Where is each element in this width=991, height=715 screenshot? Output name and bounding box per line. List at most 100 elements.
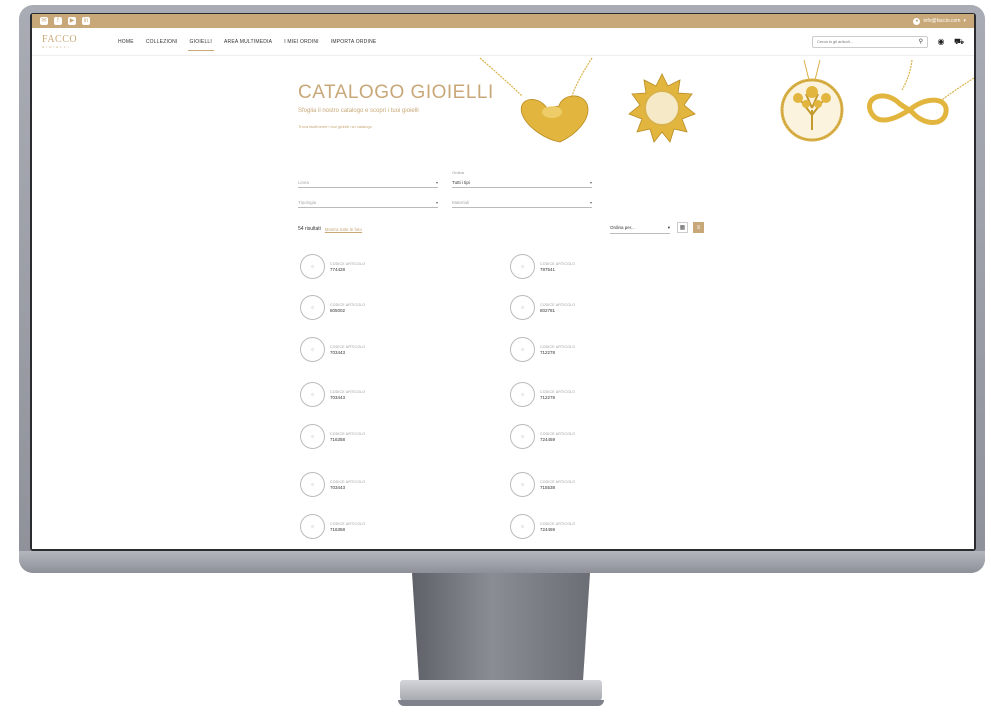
product-item[interactable]: ○ CODICE ARTICOLO 703443 bbox=[300, 337, 365, 362]
product-thumbnail: ○ bbox=[300, 295, 325, 320]
product-label: CODICE ARTICOLO bbox=[330, 389, 366, 394]
search-input[interactable] bbox=[817, 39, 907, 44]
social-links: ✉ f ▶ in bbox=[40, 17, 90, 25]
product-item[interactable]: ○ CODICE ARTICOLO 724459 bbox=[510, 514, 575, 539]
product-item[interactable]: ○ CODICE ARTICOLO 805002 bbox=[300, 295, 365, 320]
product-item[interactable]: ○ CODICE ARTICOLO 712278 bbox=[510, 337, 575, 362]
product-item[interactable]: ○ CODICE ARTICOLO 716358 bbox=[300, 424, 365, 449]
product-label: CODICE ARTICOLO bbox=[540, 389, 576, 394]
product-code: 774428 bbox=[330, 266, 346, 272]
monitor-stand-edge bbox=[398, 700, 604, 706]
infinity-pendant-image bbox=[867, 59, 974, 125]
product-item[interactable]: ○ CODICE ARTICOLO 802781 bbox=[510, 295, 575, 320]
user-icon: ● bbox=[913, 17, 921, 25]
product-code: 703443 bbox=[330, 394, 346, 400]
product-thumbnail: ○ bbox=[510, 254, 535, 279]
logo-main: FACCO bbox=[42, 33, 78, 45]
grid-view-button[interactable]: ▦ bbox=[677, 222, 688, 233]
chevron-down-icon: ▾ bbox=[963, 18, 966, 24]
product-label: CODICE ARTICOLO bbox=[540, 261, 576, 266]
menu-item-collezioni[interactable]: COLLEZIONI bbox=[146, 31, 178, 53]
product-thumbnail: ○ bbox=[510, 382, 535, 407]
product-code: 724459 bbox=[540, 526, 556, 532]
product-item[interactable]: ○ CODICE ARTICOLO 774428 bbox=[300, 254, 365, 279]
show-all-link[interactable]: Mostra tutte le foto bbox=[325, 227, 362, 232]
product-thumbnail: ○ bbox=[300, 254, 325, 279]
top-bar: ✉ f ▶ in ● info@faccio.com ▾ bbox=[32, 14, 974, 28]
sort-select[interactable]: Ordina per... ▾ bbox=[610, 222, 670, 234]
product-label: CODICE ARTICOLO bbox=[540, 344, 576, 349]
product-label: CODICE ARTICOLO bbox=[330, 261, 366, 266]
jewelry-images bbox=[479, 57, 974, 143]
account-menu[interactable]: ● info@faccio.com ▾ bbox=[913, 17, 966, 25]
nav-actions: ⚲ ◉ ⛟ bbox=[812, 35, 964, 48]
filter-materiali-value: Materiali bbox=[452, 200, 470, 205]
list-view-button[interactable]: ≡ bbox=[693, 222, 704, 233]
menu-item-gioielli[interactable]: GIOIELLI bbox=[187, 31, 215, 53]
cart-icon[interactable]: ⛟ bbox=[954, 37, 964, 47]
page-note: Trova facilmente i tuoi gioielli nel cat… bbox=[298, 124, 372, 129]
filter-tipologia-value: Tipologia bbox=[298, 200, 317, 205]
product-thumbnail: ○ bbox=[510, 337, 535, 362]
chevron-down-icon: ▾ bbox=[667, 224, 670, 230]
menu-item-home[interactable]: HOME bbox=[118, 31, 134, 53]
filter-ordina-value: Tutti i tipi bbox=[452, 180, 470, 185]
main-nav: FACCO GIOIELLI HOME COLLEZIONI GIOIELLI … bbox=[32, 28, 974, 56]
search-icon[interactable]: ⚲ bbox=[919, 38, 923, 45]
facebook-icon[interactable]: f bbox=[54, 17, 62, 25]
product-item[interactable]: ○ CODICE ARTICOLO 703443 bbox=[300, 382, 365, 407]
linkedin-icon[interactable]: in bbox=[82, 17, 90, 25]
product-thumbnail: ○ bbox=[510, 424, 535, 449]
product-code: 802781 bbox=[540, 307, 556, 313]
product-code: 715538 bbox=[540, 484, 556, 490]
product-label: CODICE ARTICOLO bbox=[330, 479, 366, 484]
mail-icon[interactable]: ✉ bbox=[40, 17, 48, 25]
filter-tipologia[interactable]: Tipologia ▾ bbox=[298, 196, 438, 208]
monitor-stand-neck bbox=[412, 573, 590, 683]
product-item[interactable]: ○ CODICE ARTICOLO 724459 bbox=[510, 424, 575, 449]
product-label: CODICE ARTICOLO bbox=[330, 431, 366, 436]
product-code: 703443 bbox=[330, 484, 346, 490]
filter-ordina-label: Ordina bbox=[452, 170, 465, 175]
account-label: info@faccio.com bbox=[923, 18, 961, 24]
filter-materiali[interactable]: Materiali ▾ bbox=[452, 196, 592, 208]
product-thumbnail: ○ bbox=[510, 514, 535, 539]
product-item[interactable]: ○ CODICE ARTICOLO 703443 bbox=[300, 472, 365, 497]
product-thumbnail: ○ bbox=[510, 472, 535, 497]
chevron-down-icon: ▾ bbox=[589, 180, 592, 185]
account-icon[interactable]: ◉ bbox=[936, 37, 946, 46]
product-code: 703443 bbox=[330, 349, 346, 355]
sort-value: Ordina per... bbox=[610, 225, 635, 230]
chevron-down-icon: ▾ bbox=[435, 180, 438, 185]
product-thumbnail: ○ bbox=[300, 337, 325, 362]
menu: HOME COLLEZIONI GIOIELLI AREA MULTIMEDIA… bbox=[118, 31, 376, 53]
product-code: 724459 bbox=[540, 436, 556, 442]
menu-item-miei-ordini[interactable]: I MIEI ORDINI bbox=[284, 31, 319, 53]
product-label: CODICE ARTICOLO bbox=[330, 344, 366, 349]
screen: ✉ f ▶ in ● info@faccio.com ▾ FACCO GIOIE… bbox=[32, 14, 974, 549]
youtube-icon[interactable]: ▶ bbox=[68, 17, 76, 25]
product-item[interactable]: ○ CODICE ARTICOLO 715538 bbox=[510, 472, 575, 497]
sun-pendant-image bbox=[628, 73, 696, 143]
product-thumbnail: ○ bbox=[300, 382, 325, 407]
filter-ordina[interactable]: Ordina Tutti i tipi ▾ bbox=[452, 170, 592, 188]
product-thumbnail: ○ bbox=[300, 424, 325, 449]
menu-item-area-multimedia[interactable]: AREA MULTIMEDIA bbox=[224, 31, 272, 53]
product-item[interactable]: ○ CODICE ARTICOLO 787541 bbox=[510, 254, 575, 279]
product-item[interactable]: ○ CODICE ARTICOLO 712278 bbox=[510, 382, 575, 407]
product-label: CODICE ARTICOLO bbox=[540, 479, 576, 484]
filter-linea-value: Linea bbox=[298, 180, 310, 185]
filter-linea[interactable]: Linea ▾ bbox=[298, 176, 438, 188]
tree-pendant-image bbox=[780, 59, 844, 142]
product-code: 805002 bbox=[330, 307, 346, 313]
list-icon: ≡ bbox=[696, 225, 701, 231]
hero-banner: CATALOGO GIOIELLI Sfoglia il nostro cata… bbox=[32, 56, 974, 166]
product-thumbnail: ○ bbox=[510, 295, 535, 320]
product-label: CODICE ARTICOLO bbox=[540, 521, 576, 526]
results-count: 54 risultati bbox=[298, 226, 321, 232]
logo[interactable]: FACCO GIOIELLI bbox=[42, 33, 92, 49]
product-item[interactable]: ○ CODICE ARTICOLO 716358 bbox=[300, 514, 365, 539]
chevron-down-icon: ▾ bbox=[589, 200, 592, 205]
page-subtitle: Sfoglia il nostro catalogo e scopri i tu… bbox=[298, 108, 419, 114]
menu-item-importa-ordine[interactable]: IMPORTA ORDINE bbox=[331, 31, 377, 53]
